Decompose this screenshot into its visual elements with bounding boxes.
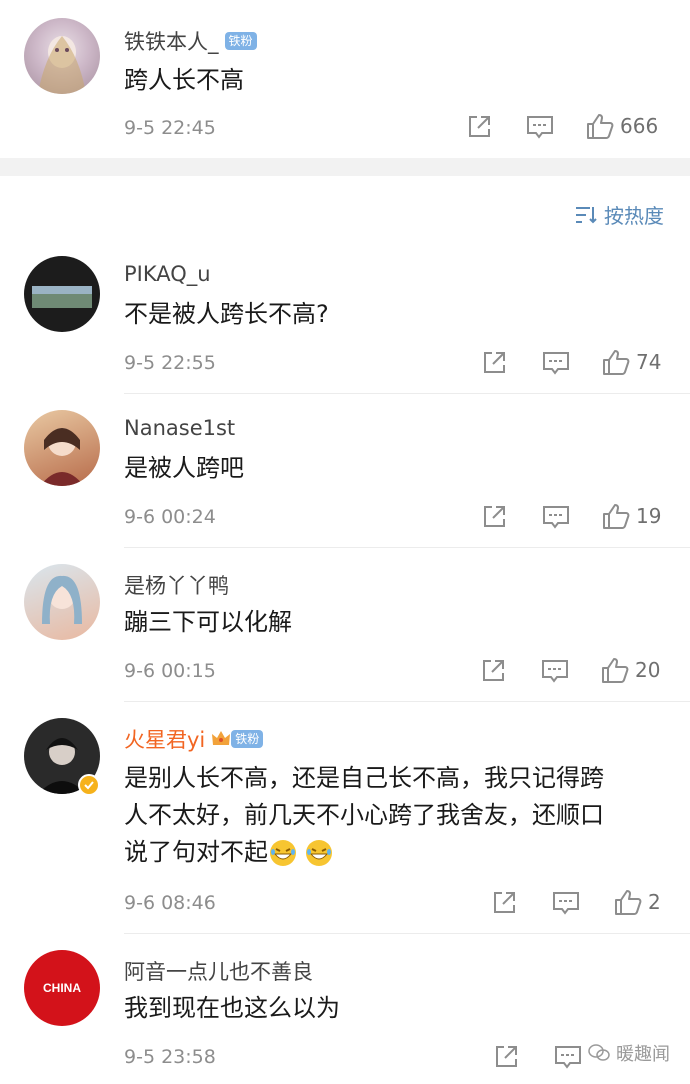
thumbs-up-icon <box>615 890 642 915</box>
sort-icon <box>576 206 597 223</box>
like-count: 666 <box>620 114 659 138</box>
username[interactable]: PIKAQ_u <box>124 262 211 286</box>
like-button[interactable]: 74 <box>602 348 661 376</box>
reply-button[interactable] <box>526 114 554 140</box>
avatar-text: CHINA <box>43 981 81 995</box>
like-button[interactable]: 20 <box>601 656 660 684</box>
laughing-emoji-icon <box>306 840 332 866</box>
username[interactable]: Nanase1st <box>124 416 235 440</box>
username[interactable]: 阿音一点儿也不善良 <box>124 956 313 986</box>
timestamp: 9-5 23:58 <box>124 1046 216 1068</box>
share-icon <box>494 892 515 913</box>
avatar[interactable]: CHINA <box>24 950 100 1026</box>
comment-item: 火星君yi 铁粉 是别人长不高，还是自己长不高，我只记得跨 人不太好，前几天不小… <box>0 702 690 934</box>
timestamp: 9-6 00:24 <box>124 506 216 528</box>
like-button[interactable]: 19 <box>602 502 661 530</box>
avatar[interactable] <box>24 18 100 94</box>
like-count: 74 <box>636 350 662 374</box>
like-count: 20 <box>635 658 661 682</box>
avatar[interactable] <box>24 564 100 640</box>
laughing-emoji-icon <box>270 840 296 866</box>
username[interactable]: 铁铁本人_ 铁粉 <box>124 26 257 56</box>
comment-item: CHINA 阿音一点儿也不善良 我到现在也这么以为 9-5 23:58 <box>0 934 690 1084</box>
timestamp: 9-5 22:55 <box>124 352 216 374</box>
wechat-icon <box>588 1044 610 1061</box>
reply-button[interactable] <box>554 1044 582 1070</box>
comment-text: 是别人长不高，还是自己长不高，我只记得跨 人不太好，前几天不小心跨了我舍友，还顺… <box>124 764 604 866</box>
thumbs-up-icon <box>602 658 629 683</box>
verified-icon <box>84 781 94 790</box>
comment-pinned: 铁铁本人_ 铁粉 跨人长不高 9-5 22:45 666 <box>0 0 690 160</box>
like-button[interactable]: 666 <box>586 112 658 140</box>
comment-text: 不是被人跨长不高? <box>124 300 329 328</box>
comment-icon <box>543 352 569 375</box>
thumbs-up-icon <box>587 114 614 139</box>
share-icon <box>496 1046 517 1067</box>
fan-badge: 铁粉 <box>231 730 264 748</box>
comment-text: 是被人跨吧 <box>124 454 244 482</box>
comment-icon <box>527 116 553 139</box>
timestamp: 9-6 08:46 <box>124 892 216 914</box>
comment-icon <box>555 1046 581 1069</box>
sort-label: 按热度 <box>604 204 664 228</box>
watermark: 暖趣闻 <box>588 1040 670 1066</box>
share-button[interactable] <box>481 350 507 376</box>
like-count: 2 <box>648 890 661 914</box>
share-icon <box>484 352 505 373</box>
username[interactable]: 火星君yi 铁粉 <box>124 724 264 754</box>
share-button[interactable] <box>493 1044 519 1070</box>
verified-badge <box>78 774 100 796</box>
thumbs-up-icon <box>603 350 630 375</box>
share-icon <box>484 506 505 527</box>
comment-text: 跨人长不高 <box>124 66 244 94</box>
comment-item: 是杨丫丫鸭 蹦三下可以化解 9-6 00:15 20 <box>0 548 690 702</box>
avatar[interactable] <box>24 256 100 332</box>
fan-badge: 铁粉 <box>224 32 257 50</box>
reply-button[interactable] <box>552 890 580 916</box>
comment-icon <box>553 892 579 915</box>
sort-by-hot-button[interactable]: 按热度 <box>574 200 664 229</box>
share-icon <box>483 660 504 681</box>
reply-button[interactable] <box>542 350 570 376</box>
like-button[interactable]: 2 <box>614 888 661 916</box>
share-button[interactable] <box>481 504 507 530</box>
share-button[interactable] <box>466 114 492 140</box>
share-button[interactable] <box>491 890 517 916</box>
section-separator <box>0 158 690 176</box>
share-button[interactable] <box>480 658 506 684</box>
crown-icon <box>212 731 231 745</box>
timestamp: 9-5 22:45 <box>124 117 216 139</box>
like-count: 19 <box>636 504 662 528</box>
reply-button[interactable] <box>542 504 570 530</box>
comment-item: PIKAQ_u 不是被人跨长不高? 9-5 22:55 74 <box>0 240 690 394</box>
username[interactable]: 是杨丫丫鸭 <box>124 570 229 600</box>
timestamp: 9-6 00:15 <box>124 660 216 682</box>
comment-text: 蹦三下可以化解 <box>124 608 292 636</box>
thumbs-up-icon <box>603 504 630 529</box>
comment-text: 我到现在也这么以为 <box>124 994 340 1022</box>
comment-item: Nanase1st 是被人跨吧 9-6 00:24 19 <box>0 394 690 548</box>
avatar[interactable] <box>24 410 100 486</box>
comment-icon <box>543 506 569 529</box>
reply-button[interactable] <box>541 658 569 684</box>
share-icon <box>469 116 490 137</box>
comment-icon <box>542 660 568 683</box>
